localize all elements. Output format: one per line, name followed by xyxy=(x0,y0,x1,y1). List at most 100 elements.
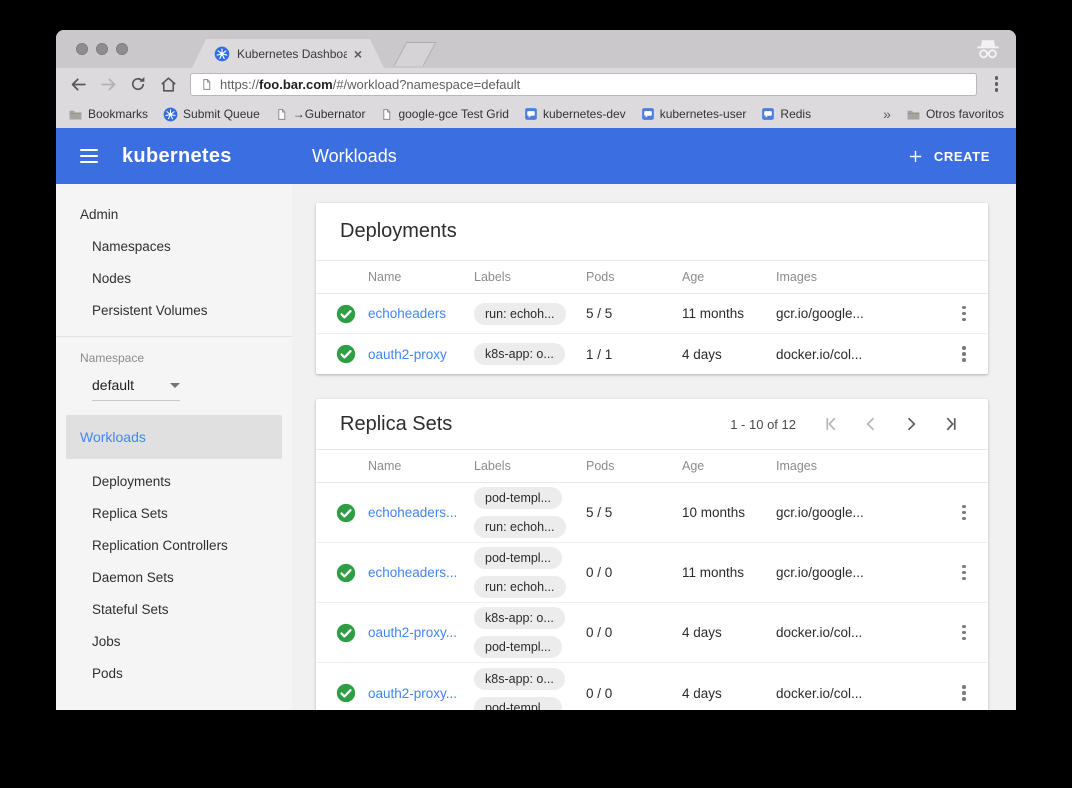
forward-button[interactable] xyxy=(96,72,120,96)
status-ok-icon xyxy=(336,683,356,703)
deployments-table-header: Name Labels Pods Age Images xyxy=(316,260,988,294)
bookmark-kubernetes-dev[interactable]: kubernetes-dev xyxy=(524,107,626,121)
bookmarks-overflow-button[interactable]: » xyxy=(883,106,891,122)
traffic-lights xyxy=(76,43,128,55)
reload-icon xyxy=(129,75,147,93)
status-ok-icon xyxy=(336,344,356,364)
close-window-button[interactable] xyxy=(76,43,88,55)
bookmark-test-grid[interactable]: google-gce Test Grid xyxy=(380,107,509,121)
browser-window: Kubernetes Dashboard × xyxy=(56,30,1016,710)
bookmark-kubernetes-user[interactable]: kubernetes-user xyxy=(641,107,747,121)
bookmark-submit-queue[interactable]: Submit Queue xyxy=(163,107,260,122)
status-ok-icon xyxy=(336,623,356,643)
sidebar-item-replication-controllers[interactable]: Replication Controllers xyxy=(56,529,292,561)
page-title: Workloads xyxy=(312,146,397,167)
replica-sets-table-header: Name Labels Pods Age Images xyxy=(316,449,988,483)
table-row: oauth2-proxy... k8s-app: o... pod-templ.… xyxy=(316,603,988,663)
replica-set-link[interactable]: oauth2-proxy... xyxy=(368,686,474,701)
browser-menu-button[interactable] xyxy=(987,72,1007,96)
replica-set-link[interactable]: echoheaders... xyxy=(368,505,474,520)
replica-sets-card: Replica Sets 1 - 10 of 12 xyxy=(316,399,988,710)
label-chip: run: echoh... xyxy=(474,576,566,598)
chevron-left-icon xyxy=(861,414,881,434)
forward-arrow-icon xyxy=(99,75,118,94)
sidebar-item-daemon-sets[interactable]: Daemon Sets xyxy=(56,561,292,593)
row-menu-button[interactable] xyxy=(948,300,980,328)
label-chip: run: echoh... xyxy=(474,516,566,538)
url-address-bar[interactable]: https://foo.bar.com/#/workload?namespace… xyxy=(190,73,977,96)
sidebar-nav: Admin Namespaces Nodes Persistent Volume… xyxy=(56,184,292,710)
replica-set-link[interactable]: oauth2-proxy... xyxy=(368,625,474,640)
replica-set-link[interactable]: echoheaders... xyxy=(368,565,474,580)
chat-icon xyxy=(524,107,538,121)
chevron-down-icon xyxy=(170,383,180,388)
namespace-label: Namespace xyxy=(56,351,292,365)
back-arrow-icon xyxy=(69,75,88,94)
bookmark-redis[interactable]: Redis xyxy=(761,107,811,121)
sidebar-item-pods[interactable]: Pods xyxy=(56,657,292,689)
status-ok-icon xyxy=(336,304,356,324)
table-row: oauth2-proxy... k8s-app: o... pod-templ.… xyxy=(316,663,988,710)
row-menu-button[interactable] xyxy=(948,340,980,368)
previous-page-button[interactable] xyxy=(858,411,884,437)
sidebar-item-jobs[interactable]: Jobs xyxy=(56,625,292,657)
new-tab-button[interactable] xyxy=(394,42,437,66)
status-ok-icon xyxy=(336,503,356,523)
bookmarks-bar: Bookmarks Submit Queue →Gubernator googl… xyxy=(56,100,1016,128)
create-button[interactable]: CREATE xyxy=(907,148,990,165)
deployment-link[interactable]: oauth2-proxy xyxy=(368,347,474,362)
zoom-window-button[interactable] xyxy=(116,43,128,55)
chat-icon xyxy=(641,107,655,121)
back-button[interactable] xyxy=(66,72,90,96)
sidebar-item-deployments[interactable]: Deployments xyxy=(56,465,292,497)
next-page-button[interactable] xyxy=(898,411,924,437)
page-icon xyxy=(200,78,213,91)
minimize-window-button[interactable] xyxy=(96,43,108,55)
home-icon xyxy=(159,75,178,94)
deployment-link[interactable]: echoheaders xyxy=(368,306,474,321)
content-area: Admin Namespaces Nodes Persistent Volume… xyxy=(56,184,1016,710)
label-chip: k8s-app: o... xyxy=(474,343,565,365)
last-page-button[interactable] xyxy=(938,411,964,437)
other-bookmarks-folder[interactable]: Otros favoritos xyxy=(906,107,1004,122)
status-ok-icon xyxy=(336,563,356,583)
label-chip: pod-templ... xyxy=(474,547,562,569)
row-menu-button[interactable] xyxy=(948,559,980,587)
label-chip: k8s-app: o... xyxy=(474,668,565,690)
hamburger-menu-button[interactable] xyxy=(80,149,98,163)
page-icon xyxy=(380,108,393,121)
sidebar-divider xyxy=(56,336,292,337)
first-page-button[interactable] xyxy=(818,411,844,437)
pagination: 1 - 10 of 12 xyxy=(730,411,964,437)
row-menu-button[interactable] xyxy=(948,619,980,647)
sidebar-item-admin[interactable]: Admin xyxy=(56,198,292,230)
sidebar-item-stateful-sets[interactable]: Stateful Sets xyxy=(56,593,292,625)
namespace-select[interactable]: default xyxy=(92,377,180,401)
sidebar-item-replica-sets[interactable]: Replica Sets xyxy=(56,497,292,529)
sidebar-item-namespaces[interactable]: Namespaces xyxy=(56,230,292,262)
label-chip: pod-templ... xyxy=(474,697,562,711)
label-chip: pod-templ... xyxy=(474,487,562,509)
bookmark-gubernator[interactable]: →Gubernator xyxy=(275,107,366,121)
chat-icon xyxy=(761,107,775,121)
sidebar-item-workloads[interactable]: Workloads xyxy=(66,415,282,459)
browser-tab[interactable]: Kubernetes Dashboard × xyxy=(192,39,384,68)
row-menu-button[interactable] xyxy=(948,679,980,707)
main-panel: Deployments Name Labels Pods Age Images … xyxy=(292,184,1016,710)
first-page-icon xyxy=(821,414,841,434)
sidebar-item-persistent-volumes[interactable]: Persistent Volumes xyxy=(56,294,292,326)
pagination-range: 1 - 10 of 12 xyxy=(730,417,796,432)
label-chip: pod-templ... xyxy=(474,636,562,658)
kubernetes-favicon-icon xyxy=(214,46,230,62)
plus-icon xyxy=(907,148,924,165)
reload-button[interactable] xyxy=(126,72,150,96)
app-header: kubernetes Workloads CREATE xyxy=(56,128,1016,184)
row-menu-button[interactable] xyxy=(948,499,980,527)
home-button[interactable] xyxy=(156,72,180,96)
table-row: echoheaders... pod-templ... run: echoh..… xyxy=(316,483,988,543)
tab-close-icon[interactable]: × xyxy=(354,46,362,62)
sidebar-item-nodes[interactable]: Nodes xyxy=(56,262,292,294)
folder-icon xyxy=(68,107,83,122)
label-chip: k8s-app: o... xyxy=(474,607,565,629)
bookmark-bookmarks-folder[interactable]: Bookmarks xyxy=(68,107,148,122)
